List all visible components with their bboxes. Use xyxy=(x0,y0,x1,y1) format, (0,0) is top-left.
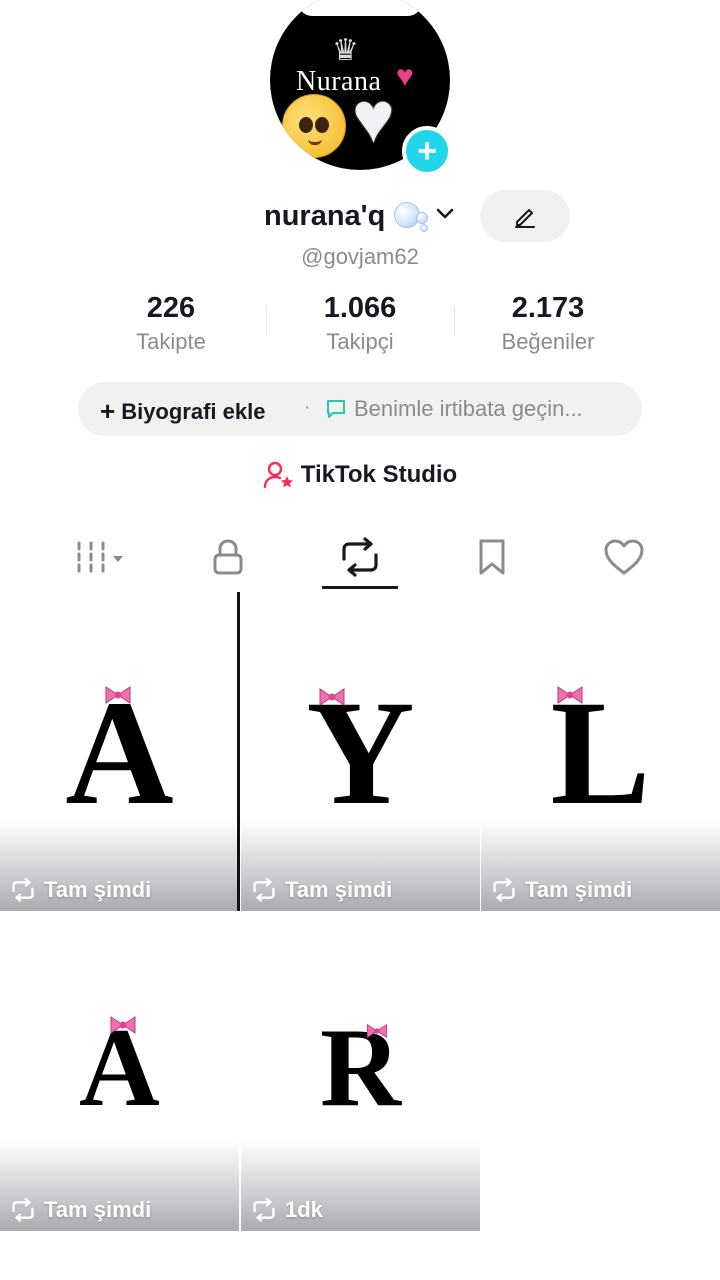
bubbles-icon xyxy=(394,198,434,234)
stat-label: Takipte xyxy=(136,329,206,354)
profile-name-row: nurana'q xyxy=(0,196,720,240)
contact-me-button[interactable]: Benimle irtibata geçin... xyxy=(324,396,583,422)
stat-divider xyxy=(266,306,267,336)
video-thumbnail[interactable]: A Tam şimdi xyxy=(0,912,239,1231)
tiktok-studio-link[interactable]: TikTok Studio xyxy=(0,460,720,495)
video-time: Tam şimdi xyxy=(285,877,393,902)
grid-tab[interactable] xyxy=(52,530,152,584)
thumbnail-letter: R xyxy=(320,1006,401,1130)
avatar-top-label-cutout xyxy=(298,0,422,16)
repost-icon xyxy=(12,878,34,902)
video-meta: 1dk xyxy=(251,1197,323,1223)
profile-avatar[interactable]: ♛ Nurana ♥ ♥ + xyxy=(270,0,452,176)
video-time: Tam şimdi xyxy=(44,877,152,902)
pencil-icon xyxy=(515,209,535,228)
lock-icon xyxy=(213,539,243,575)
plus-icon: + xyxy=(100,396,116,426)
stat-following[interactable]: 226 Takipte xyxy=(81,292,261,355)
bow-icon xyxy=(367,1023,387,1039)
profile-stats: 226 Takipte 1.066 Takipçi 2.173 Beğenile… xyxy=(0,292,720,362)
video-thumbnail[interactable]: A Tam şimdi xyxy=(0,592,239,911)
message-icon xyxy=(327,400,345,418)
thumbnail-letter: Y xyxy=(306,670,415,836)
repost-icon xyxy=(253,878,275,902)
add-bio-button[interactable]: + Biyografi ekle xyxy=(100,396,265,427)
video-time: Tam şimdi xyxy=(525,877,633,902)
display-name[interactable]: nurana'q xyxy=(264,200,385,233)
video-time: Tam şimdi xyxy=(44,1197,152,1222)
bow-icon xyxy=(110,1016,136,1034)
private-tab[interactable] xyxy=(178,530,278,584)
add-avatar-button[interactable]: + xyxy=(402,126,452,176)
stat-value: 2.173 xyxy=(511,292,585,324)
grid-divider xyxy=(237,592,240,911)
chevron-down-icon[interactable] xyxy=(434,202,456,230)
favorites-tab[interactable] xyxy=(442,530,542,584)
video-meta: Tam şimdi xyxy=(10,877,151,903)
video-meta: Tam şimdi xyxy=(10,1197,151,1223)
separator-dot: · xyxy=(304,396,311,418)
thumbnail-letter: L xyxy=(550,670,651,836)
repost-icon xyxy=(493,878,515,902)
video-meta: Tam şimdi xyxy=(491,877,632,903)
bow-icon xyxy=(105,686,131,704)
liked-tab[interactable] xyxy=(574,530,674,584)
white-heart-icon: ♥ xyxy=(352,78,395,158)
stat-label: Beğeniler xyxy=(501,329,595,354)
bio-actions-pill: + Biyografi ekle · Benimle irtibata geçin… xyxy=(78,382,642,436)
studio-label: TikTok Studio xyxy=(300,461,458,488)
creator-star-icon xyxy=(263,461,293,489)
profile-tabs xyxy=(0,524,720,594)
repost-icon xyxy=(12,1198,34,1222)
edit-profile-button[interactable] xyxy=(480,190,570,242)
video-thumbnail[interactable]: L Tam şimdi xyxy=(481,592,720,911)
video-thumbnail[interactable]: R 1dk xyxy=(241,912,480,1231)
crown-icon: ♛ xyxy=(332,34,359,67)
reposts-tab[interactable] xyxy=(310,530,410,584)
stat-value: 226 xyxy=(146,292,196,324)
pleading-face-icon xyxy=(282,94,346,158)
bookmark-icon xyxy=(479,539,505,575)
video-time: 1dk xyxy=(285,1197,323,1222)
video-meta: Tam şimdi xyxy=(251,877,392,903)
stat-likes[interactable]: 2.173 Beğeniler xyxy=(458,292,638,355)
stat-value: 1.066 xyxy=(323,292,397,324)
video-thumbnail[interactable]: Y Tam şimdi xyxy=(241,592,480,911)
bow-icon xyxy=(557,686,583,704)
heart-icon xyxy=(604,539,644,575)
plus-icon: + xyxy=(417,132,437,170)
stat-divider xyxy=(454,306,455,336)
active-tab-indicator xyxy=(322,586,398,589)
stat-label: Takipçi xyxy=(326,329,394,354)
bow-icon xyxy=(319,688,345,706)
repost-icon xyxy=(253,1198,275,1222)
username-handle: @govjam62 xyxy=(301,244,419,269)
repost-icon xyxy=(342,537,378,577)
sparkling-heart-icon: ♥ xyxy=(396,60,414,93)
grid-icon xyxy=(77,541,123,573)
stat-followers[interactable]: 1.066 Takipçi xyxy=(270,292,450,355)
